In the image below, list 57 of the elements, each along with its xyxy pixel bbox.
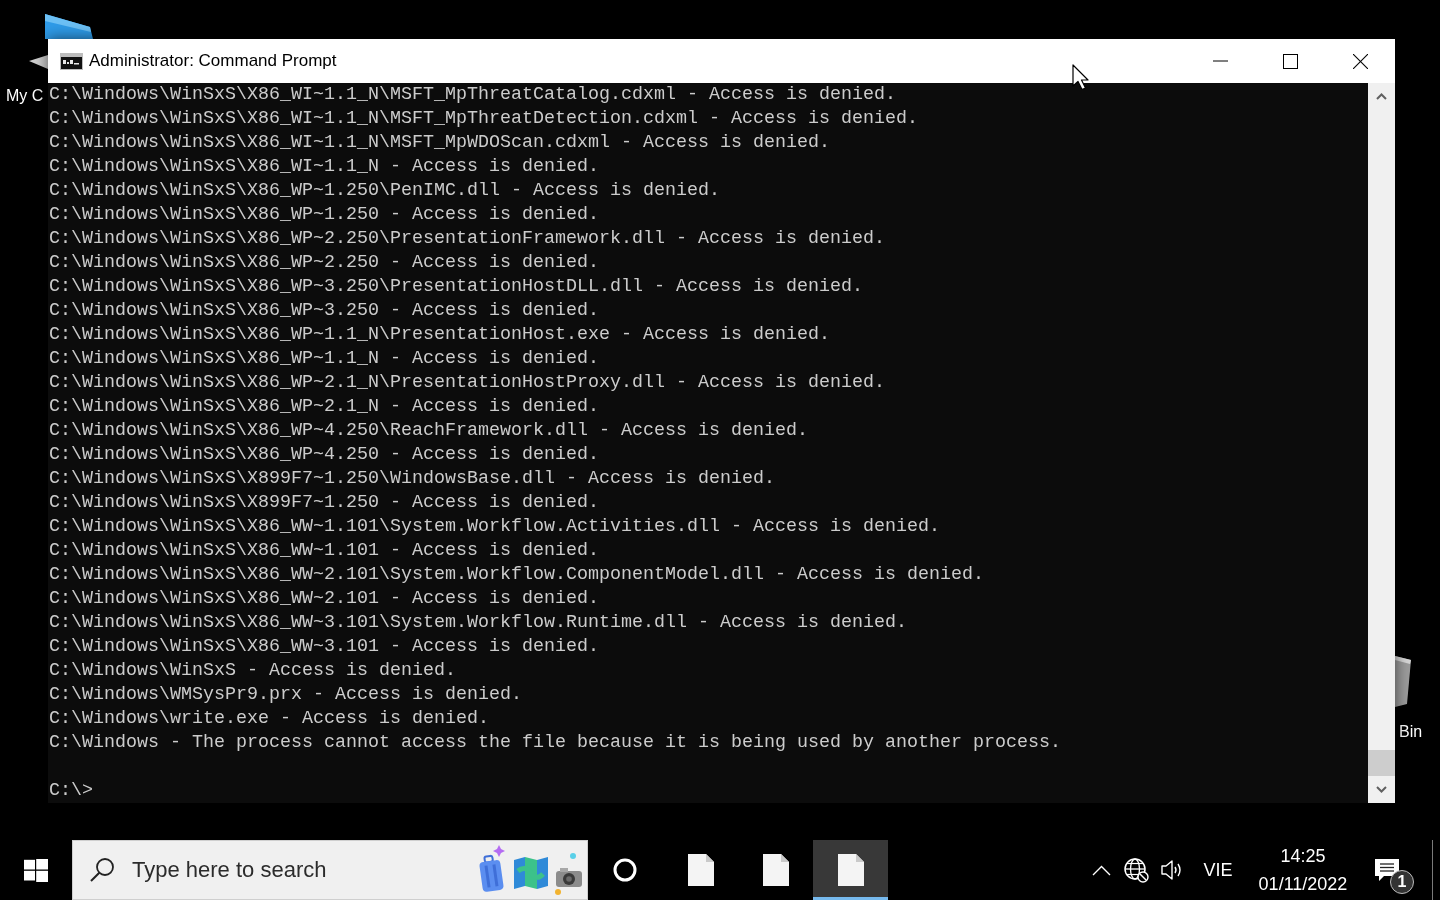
speaker-icon[interactable] [1161,859,1182,881]
output-line: C:\Windows\WinSxS\X86_WP~2.1_N - Access is denied. [49,395,600,419]
output-line: C:\Windows\WinSxS - Access is denied. [49,659,457,683]
output-line: C:\Windows\WinSxS\X86_WP~1.1_N\PresentationHost.exe - Access is denied. [49,323,831,347]
output-line: C:\Windows\WinSxS\X86_WP~2.250\PresentationFramework.dll - Access is denied. [49,227,886,251]
output-line: C:\Windows\WinSxS\X86_WW~2.101\System.Workflow.ComponentModel.dll - Access is denied. [49,563,985,587]
output-line: C:\Windows\write.exe - Access is denied. [49,707,490,731]
close-icon [1352,53,1368,69]
search-field[interactable]: Type here to search [72,840,588,900]
output-line: C:\Windows\WinSxS\X86_WW~3.101 - Access is denied. [49,635,600,659]
output-line: C:\Windows\WinSxS\X86_WP~2.1_N\PresentationHostProxy.dll - Access is denied. [49,371,886,395]
output-line: C:\Windows\WinSxS\X899F7~1.250\WindowsBase.dll - Access is denied. [49,467,776,491]
output-line: C:\Windows\WinSxS\X86_WP~2.250 - Access is denied. [49,251,600,275]
output-line: C:\Windows\WinSxS\X86_WW~1.101 - Access is denied. [49,539,600,563]
output-line: C:\Windows\WinSxS\X86_WW~1.101\System.Workflow.Activities.dll - Access is denied. [49,515,941,539]
windows-logo-icon[interactable] [24,858,48,882]
chevron-up-icon [1376,93,1387,100]
output-line: C:\Windows\WinSxS\X86_WW~3.101\System.Workflow.Runtime.dll - Access is denied. [49,611,908,635]
chevron-up-icon[interactable] [1092,864,1111,876]
output-line: C:\Windows\WinSxS\X86_WI~1.1_N\MSFT_MpThreatDetection.cdxml - Access is denied. [49,107,919,131]
minimize-icon [1212,60,1228,62]
output-line: C:\Windows\WinSxS\X86_WI~1.1_N\MSFT_MpWDOScan.cdxml - Access is denied. [49,131,831,155]
output-line: C:\Windows\WinSxS\X86_WI~1.1_N - Access is denied. [49,155,600,179]
maximize-icon [1282,53,1298,69]
window-title: Administrator: Command Prompt [89,50,337,73]
output-line: C:\Windows\WinSxS\X86_WP~4.250\ReachFramework.dll - Access is denied. [49,419,809,443]
monitor-icon[interactable] [44,12,94,39]
output-line: C:\Windows\WinSxS\X86_WP~4.250 - Access is denied. [49,443,600,467]
output-line: C:\Windows - The process cannot access the file because it is being used by another process. [49,731,1062,755]
clock-date[interactable]: 01/11/2022 [1258,870,1348,898]
output-line: C:\Windows\WinSxS\X86_WI~1.1_N\MSFT_MpThreatCatalog.cdxml - Access is denied. [49,83,897,107]
output-line: C:\Windows\WinSxS\X86_WW~2.101 - Access is denied. [49,587,600,611]
notification-icon[interactable] [1374,859,1399,881]
scrollbar-thumb[interactable] [1368,750,1395,776]
taskbar-app-button[interactable] [813,840,888,900]
output-line: C:\Windows\WinSxS\X86_WP~1.1_N - Access is denied. [49,347,600,371]
notification-count-badge: 1 [1390,870,1414,894]
globe-icon[interactable] [1124,857,1149,883]
search-icon [90,858,114,882]
output-line: C:\Windows\WinSxS\X86_WP~1.250\PenIMC.dll - Access is denied. [49,179,721,203]
file-icon [762,854,789,886]
output-line: C:\Windows\WinSxS\X86_WP~3.250\PresentationHostDLL.dll - Access is denied. [49,275,864,299]
ring-icon[interactable] [613,858,637,882]
chevron-down-icon [1376,786,1387,793]
output-line: C:\Windows\WinSxS\X86_WP~1.250 - Access is denied. [49,203,600,227]
output-line: C:\Windows\WinSxS\X86_WP~3.250 - Access is denied. [49,299,600,323]
language-indicator[interactable]: VIE [1203,856,1233,884]
desktop-icon-label[interactable]: My C [6,86,44,106]
output-line: C:\Windows\WinSxS\X899F7~1.250 - Access is denied. [49,491,600,515]
prompt-line: C:\> [49,779,94,803]
monitor-base-icon[interactable] [28,54,48,70]
output-line: C:\Windows\WMSysPr9.prx - Access is denied. [49,683,523,707]
file-icon [837,854,864,886]
terminal-icon [60,52,83,70]
clock-time[interactable]: 14:25 [1280,842,1326,870]
file-icon [687,854,714,886]
desktop-icon-label[interactable]: Bin [1399,722,1423,742]
